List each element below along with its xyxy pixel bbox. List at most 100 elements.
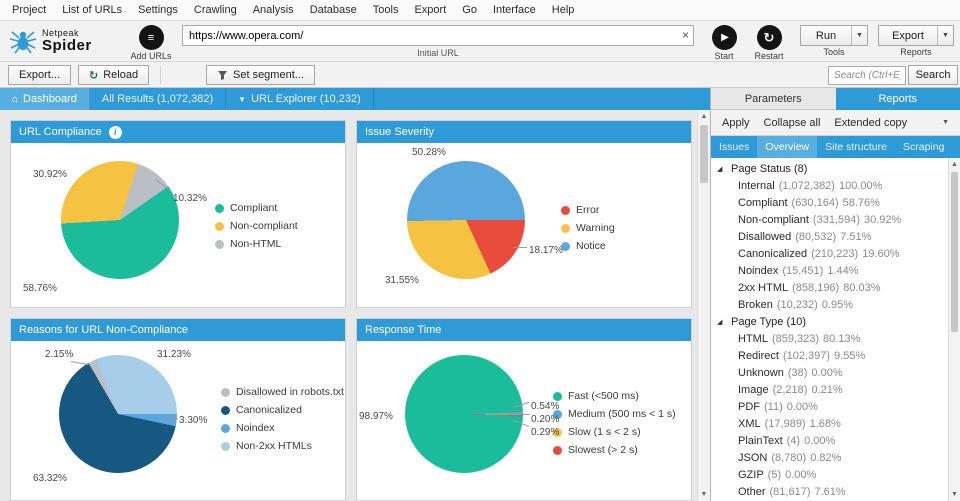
start-control: ▶ Start	[704, 25, 744, 61]
menu-item-export[interactable]: Export	[406, 1, 454, 19]
tree-item-row[interactable]: Unknown (38) 0.00%	[711, 364, 948, 381]
run-control: Run ▼ Tools	[800, 25, 868, 57]
legend-item: Notice	[561, 237, 615, 255]
initial-url-input[interactable]	[182, 25, 694, 46]
tree-item-percent: 80.03%	[843, 281, 881, 294]
search-button[interactable]: Search	[908, 65, 958, 85]
reports-caption: Reports	[900, 47, 932, 57]
subtab-issues[interactable]: Issues	[711, 136, 757, 158]
restart-button[interactable]: ↻	[756, 25, 782, 50]
menu-item-list-of-urls[interactable]: List of URLs	[54, 1, 130, 19]
search-input[interactable]	[828, 66, 906, 85]
non-compliance-reasons-pie	[59, 355, 177, 473]
tab-url-explorer[interactable]: ▼ URL Explorer (10,232)	[226, 88, 374, 110]
legend-color-dot	[561, 205, 570, 215]
legend-item: Disallowed in robots.txt	[221, 383, 344, 401]
tree-item-row[interactable]: Image (2,218) 0.21%	[711, 381, 948, 398]
menu-item-project[interactable]: Project	[4, 1, 54, 19]
tree-item-row[interactable]: GZIP (5) 0.00%	[711, 466, 948, 483]
chart-body: Compliant Non-compliant Non-HTML 58.76% 30.…	[11, 143, 345, 307]
tab-dashboard[interactable]: ⌂ Dashboard	[0, 88, 90, 110]
tree-item-row[interactable]: JSON (8,780) 0.82%	[711, 449, 948, 466]
dashboard-scrollbar[interactable]: ▲ ▼	[697, 110, 710, 501]
expand-triangle-icon[interactable]: ◢	[717, 165, 726, 173]
scroll-down-icon[interactable]: ▼	[949, 488, 960, 501]
menu-item-settings[interactable]: Settings	[130, 1, 186, 19]
legend-label: Canonicalized	[236, 404, 302, 416]
tab-all-results-label: All Results (1,072,382)	[101, 93, 214, 105]
legend-label: Fast (<500 ms)	[568, 390, 639, 402]
menu-item-go[interactable]: Go	[454, 1, 485, 19]
tree-item-name: Image	[738, 383, 769, 396]
pie-percent-label: 0.20%	[531, 414, 560, 425]
tree-item-row[interactable]: Disallowed (80,532) 7.51%	[711, 228, 948, 245]
export-button[interactable]: Export ▼	[878, 25, 954, 46]
subtab-overview[interactable]: Overview	[757, 136, 818, 158]
tab-parameters[interactable]: Parameters	[711, 88, 836, 110]
tree-item-row[interactable]: Broken (10,232) 0.95%	[711, 296, 948, 313]
pie-percent-label: 63.32%	[33, 473, 67, 484]
reload-label: Reload	[103, 69, 139, 81]
reload-button[interactable]: ↻ Reload	[78, 65, 150, 85]
collapse-all-button[interactable]: Collapse all	[757, 117, 828, 129]
chevron-down-icon[interactable]: ▼	[938, 32, 953, 39]
tree-item-row[interactable]: HTML (859,323) 80.13%	[711, 330, 948, 347]
set-segment-button[interactable]: Set segment...	[206, 65, 315, 85]
scroll-up-icon[interactable]: ▲	[698, 110, 710, 123]
chevron-down-icon[interactable]: ▼	[852, 32, 867, 39]
legend-item: Non-compliant	[215, 217, 298, 235]
menu-item-interface[interactable]: Interface	[485, 1, 544, 19]
tree-item-row[interactable]: Internal (1,072,382) 100.00%	[711, 177, 948, 194]
info-icon[interactable]: i	[108, 125, 122, 139]
overview-report: ◢ Page Status (8) Internal (1,072,382) 100.0…	[711, 158, 960, 501]
tree-scrollbar[interactable]: ▲ ▼	[948, 158, 960, 501]
tab-reports[interactable]: Reports	[835, 88, 960, 110]
tree-item-row[interactable]: XML (17,989) 1.68%	[711, 415, 948, 432]
legend-color-dot	[553, 391, 562, 401]
tree-item-row[interactable]: Compliant (630,164) 58.76%	[711, 194, 948, 211]
run-button[interactable]: Run ▼	[800, 25, 868, 46]
subtab-scraping[interactable]: Scraping	[895, 136, 952, 158]
tree-item-row[interactable]: Other (81,617) 7.61%	[711, 483, 948, 500]
export-results-button[interactable]: Export...	[8, 65, 71, 85]
menu-item-analysis[interactable]: Analysis	[245, 1, 302, 19]
tree-item-percent: 0.00%	[785, 468, 817, 481]
tree-item-row[interactable]: PlainText (4) 0.00%	[711, 432, 948, 449]
scroll-down-icon[interactable]: ▼	[698, 488, 710, 501]
tree-item-percent: 58.76%	[842, 196, 880, 209]
legend-item: Warning	[561, 219, 615, 237]
tree-item-row[interactable]: Redirect (102,397) 9.55%	[711, 347, 948, 364]
card-header: Issue Severity	[357, 121, 691, 143]
tree-item-row[interactable]: Non-compliant (331,594) 30.92%	[711, 211, 948, 228]
tree-group-row[interactable]: ◢ Page Status (8)	[711, 160, 948, 177]
pie-percent-label: 98.97%	[359, 411, 393, 422]
brand-text: Netpeak Spider	[42, 29, 92, 54]
scrollbar-thumb[interactable]	[700, 125, 708, 183]
legend-color-dot	[215, 239, 224, 249]
menu-item-database[interactable]: Database	[302, 1, 365, 19]
tree-item-row[interactable]: Noindex (15,451) 1.44%	[711, 262, 948, 279]
chevron-down-icon[interactable]: ▼	[935, 119, 956, 126]
extended-copy-button[interactable]: Extended copy	[827, 117, 914, 129]
subtab-site-structure[interactable]: Site structure	[817, 136, 895, 158]
menu-item-help[interactable]: Help	[544, 1, 583, 19]
apply-button[interactable]: Apply	[715, 117, 757, 129]
response-time-pie	[405, 355, 523, 473]
tree-item-percent: 7.61%	[814, 485, 846, 498]
expand-triangle-icon[interactable]: ◢	[717, 318, 726, 326]
tree-item-count: (5)	[767, 468, 782, 481]
tree-item-row[interactable]: Canonicalized (210,223) 19.60%	[711, 245, 948, 262]
start-button[interactable]: ▶	[711, 25, 737, 50]
menu-item-crawling[interactable]: Crawling	[186, 1, 245, 19]
tab-all-results[interactable]: All Results (1,072,382)	[90, 88, 227, 110]
add-urls-button[interactable]: ≡	[138, 25, 164, 50]
report-subtabs: Issues Overview Site structure Scraping	[711, 136, 960, 158]
scrollbar-thumb[interactable]	[951, 172, 958, 332]
menu-item-tools[interactable]: Tools	[365, 1, 407, 19]
scroll-up-icon[interactable]: ▲	[949, 158, 960, 171]
tree-item-count: (8,780)	[771, 451, 807, 464]
tree-group-row[interactable]: ◢ Page Type (10)	[711, 313, 948, 330]
tree-item-row[interactable]: 2xx HTML (858,196) 80.03%	[711, 279, 948, 296]
tree-item-row[interactable]: PDF (11) 0.00%	[711, 398, 948, 415]
clear-url-icon[interactable]: ×	[682, 28, 689, 42]
